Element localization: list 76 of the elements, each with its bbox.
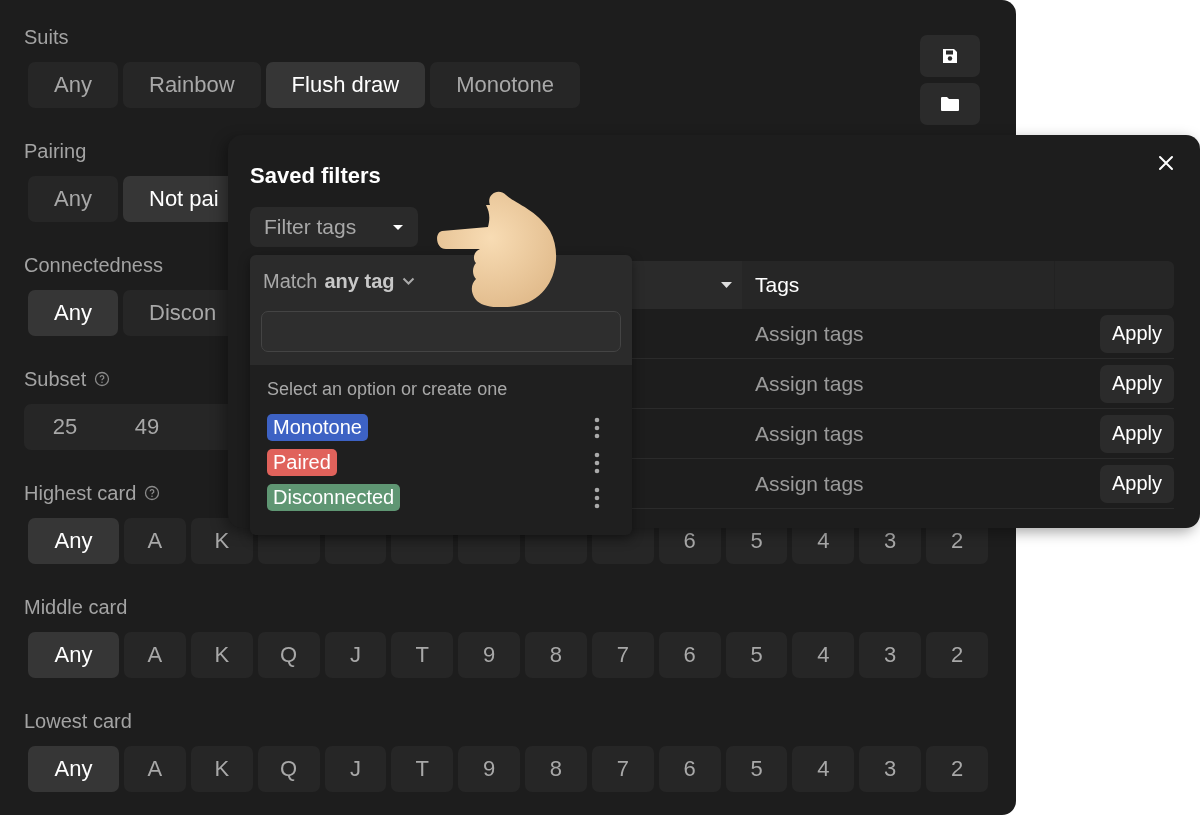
help-icon[interactable] bbox=[94, 371, 111, 387]
card-rank-button[interactable]: K bbox=[190, 746, 253, 792]
card-rank-button[interactable]: K bbox=[190, 518, 253, 564]
tag-chip[interactable]: Paired bbox=[267, 449, 337, 476]
section-label: Middle card bbox=[24, 595, 128, 619]
save-icon bbox=[941, 47, 959, 65]
tag-search-field[interactable] bbox=[261, 311, 621, 352]
card-rank-button[interactable]: 3 bbox=[859, 746, 922, 792]
card-rank-button[interactable]: 8 bbox=[525, 746, 587, 792]
caret-icon bbox=[392, 223, 404, 231]
card-rank-button[interactable]: 5 bbox=[725, 746, 788, 792]
option-button[interactable]: Rainbow bbox=[123, 62, 261, 108]
column-header: Tags bbox=[754, 272, 801, 298]
card-rank-button[interactable]: 5 bbox=[725, 632, 788, 678]
option-button[interactable]: Any bbox=[28, 290, 118, 336]
more-options-icon[interactable] bbox=[594, 486, 600, 509]
assign-tags-field[interactable]: Assign tags bbox=[755, 421, 864, 446]
apply-button[interactable]: Apply bbox=[1099, 314, 1174, 353]
card-rank-button[interactable]: Any bbox=[28, 518, 119, 564]
card-rank-button[interactable]: T bbox=[391, 746, 454, 792]
card-rank-button[interactable]: J bbox=[324, 746, 387, 792]
section-label: Highest card bbox=[24, 481, 137, 505]
card-rank-button[interactable]: Any bbox=[28, 632, 119, 678]
filter-tags-dropdown[interactable]: Filter tags bbox=[250, 207, 418, 247]
card-rank-button[interactable]: 4 bbox=[792, 632, 855, 678]
segment-option[interactable]: 25 bbox=[24, 404, 106, 450]
tag-chip[interactable]: Monotone bbox=[267, 414, 368, 441]
card-rank-button[interactable]: 9 bbox=[458, 746, 521, 792]
match-mode-dropdown[interactable]: Match any tag bbox=[261, 267, 417, 295]
apply-button[interactable]: Apply bbox=[1099, 464, 1174, 503]
more-options-icon[interactable] bbox=[594, 416, 600, 439]
section-label: Lowest card bbox=[24, 709, 132, 733]
card-rank-button[interactable]: 2 bbox=[926, 632, 988, 678]
section-label: Connectedness bbox=[24, 253, 163, 277]
card-rank-button[interactable]: Q bbox=[257, 632, 320, 678]
card-rank-button[interactable]: 6 bbox=[658, 632, 721, 678]
card-rank-button[interactable]: J bbox=[324, 632, 387, 678]
more-options-icon[interactable] bbox=[594, 451, 600, 474]
caret-icon bbox=[721, 282, 732, 288]
assign-tags-field[interactable]: Assign tags bbox=[755, 321, 864, 346]
card-rank-button[interactable]: A bbox=[124, 632, 186, 678]
dialog-title: Saved filters bbox=[250, 163, 381, 189]
card-rank-button[interactable]: Any bbox=[28, 746, 119, 792]
chevron-down-icon bbox=[401, 277, 415, 285]
option-button[interactable]: Flush draw bbox=[265, 62, 426, 108]
menu-hint: Select an option or create one bbox=[267, 379, 509, 400]
card-rank-button[interactable]: 7 bbox=[591, 632, 654, 678]
apply-button[interactable]: Apply bbox=[1099, 364, 1174, 403]
option-button[interactable]: Monotone bbox=[430, 62, 581, 108]
close-icon[interactable] bbox=[1158, 155, 1174, 171]
card-rank-button[interactable]: 3 bbox=[859, 632, 922, 678]
card-rank-button[interactable]: 8 bbox=[525, 632, 587, 678]
section-label: Subset bbox=[24, 367, 87, 391]
save-button[interactable] bbox=[920, 35, 980, 77]
open-folder-button[interactable] bbox=[920, 83, 980, 125]
apply-button[interactable]: Apply bbox=[1099, 414, 1174, 453]
segment-option[interactable]: 49 bbox=[106, 404, 188, 450]
card-rank-button[interactable]: 6 bbox=[658, 746, 721, 792]
card-rank-button[interactable]: 9 bbox=[458, 632, 521, 678]
option-button[interactable]: Any bbox=[28, 62, 118, 108]
card-rank-button[interactable]: A bbox=[124, 746, 186, 792]
section-label: Suits bbox=[24, 25, 69, 49]
assign-tags-field[interactable]: Assign tags bbox=[755, 471, 864, 496]
tag-chip[interactable]: Disconnected bbox=[267, 484, 401, 511]
card-rank-button[interactable]: A bbox=[124, 518, 186, 564]
option-button[interactable]: Any bbox=[28, 176, 118, 222]
section-label: Pairing bbox=[24, 139, 87, 163]
card-rank-button[interactable]: 7 bbox=[591, 746, 654, 792]
assign-tags-field[interactable]: Assign tags bbox=[755, 371, 864, 396]
card-rank-button[interactable]: Q bbox=[257, 746, 320, 792]
card-rank-button[interactable]: 2 bbox=[926, 746, 988, 792]
card-rank-button[interactable]: 4 bbox=[792, 746, 855, 792]
card-rank-button[interactable]: T bbox=[391, 632, 454, 678]
card-rank-button[interactable]: K bbox=[190, 632, 253, 678]
folder-icon bbox=[940, 96, 960, 112]
help-icon[interactable] bbox=[144, 485, 161, 501]
